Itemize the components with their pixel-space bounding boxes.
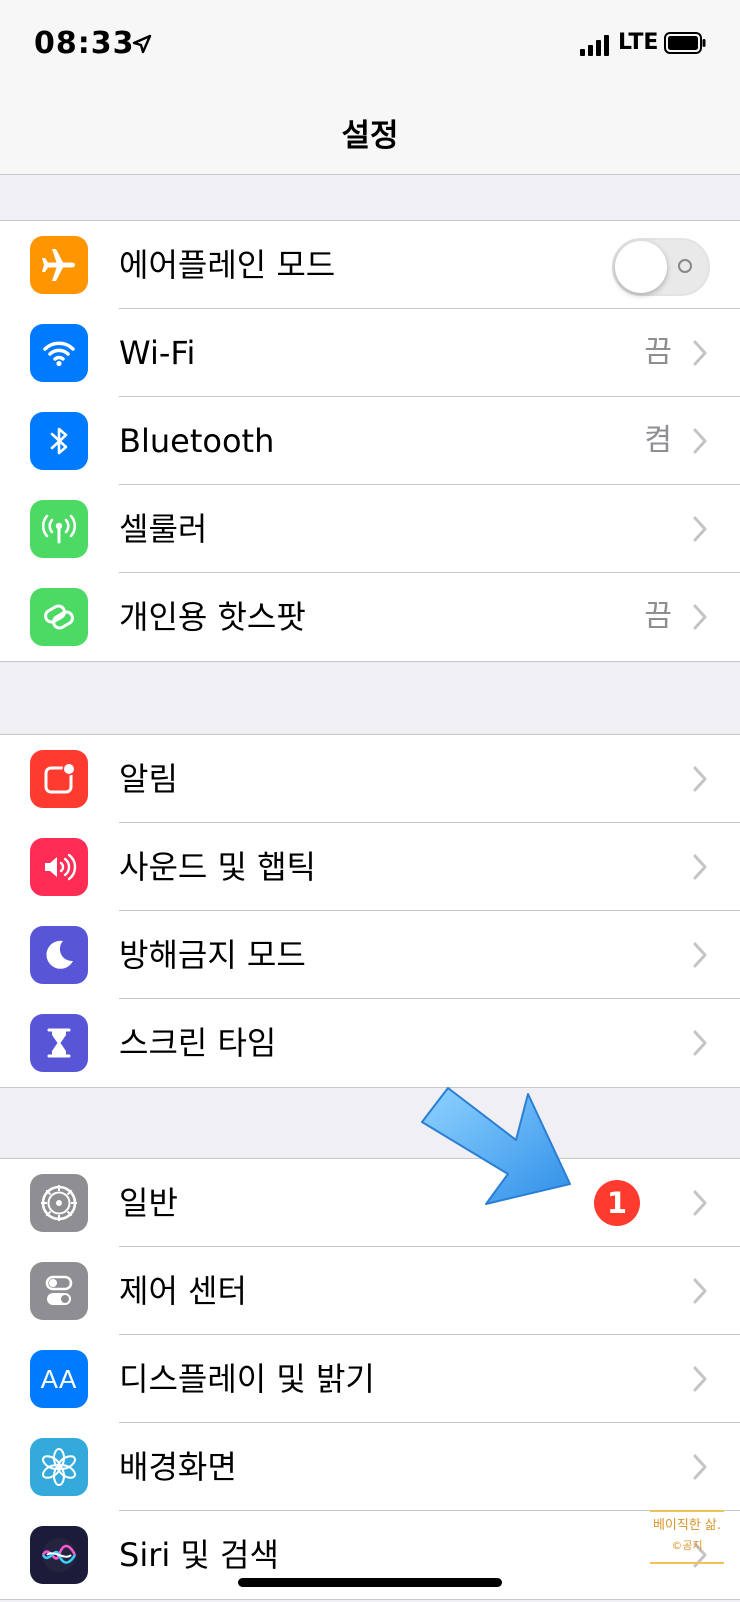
bluetooth-icon (30, 412, 88, 470)
chevron-right-icon (693, 1454, 707, 1480)
chevron-right-icon (693, 340, 707, 366)
settings-row-display-brightness[interactable]: AA 디스플레이 및 밝기 (0, 1335, 740, 1423)
settings-row-wallpaper[interactable]: 배경화면 (0, 1423, 740, 1511)
row-label: 에어플레인 모드 (119, 246, 336, 284)
settings-row-wifi[interactable]: Wi-Fi 끔 (0, 309, 740, 397)
row-label: 제어 센터 (119, 1272, 247, 1310)
notifications-icon (30, 750, 88, 808)
settings-row-cellular[interactable]: 셀룰러 (0, 485, 740, 573)
chevron-right-icon (693, 766, 707, 792)
row-label: 셀룰러 (119, 510, 208, 548)
hotspot-link-icon (30, 588, 88, 646)
annotation-arrow-icon (421, 1087, 571, 1205)
row-label: Siri 및 검색 (119, 1536, 279, 1574)
home-indicator[interactable] (238, 1578, 502, 1587)
chevron-right-icon (693, 1190, 707, 1216)
chevron-right-icon (693, 1030, 707, 1056)
update-badge: 1 (594, 1180, 640, 1226)
settings-row-general[interactable]: 일반 1 (0, 1159, 740, 1247)
row-label: 개인용 핫스팟 (119, 598, 306, 636)
chevron-right-icon (693, 942, 707, 968)
toggle-knob (615, 241, 667, 293)
hourglass-icon (30, 1014, 88, 1072)
airplane-icon (30, 236, 88, 294)
chevron-right-icon (693, 604, 707, 630)
watermark-line: 베이직한 삶. (652, 1518, 722, 1533)
signal-icon (580, 32, 610, 56)
page-title: 설정 (341, 118, 399, 154)
airplane-mode-toggle[interactable] (612, 238, 710, 296)
status-time: 08:33 (34, 26, 135, 61)
settings-row-personal-hotspot[interactable]: 개인용 핫스팟 끔 (0, 573, 740, 661)
settings-row-sounds-haptics[interactable]: 사운드 및 햅틱 (0, 823, 740, 911)
watermark-line: ©공지 (671, 1539, 703, 1552)
settings-group-notifications: 알림 사운드 및 햅틱 방해금지 모드 스크린 타임 (0, 734, 740, 1088)
settings-row-airplane-mode[interactable]: 에어플레인 모드 (0, 221, 740, 309)
row-label: 일반 (119, 1184, 178, 1222)
chevron-right-icon (693, 516, 707, 542)
wifi-icon (30, 324, 88, 382)
chevron-right-icon (693, 1278, 707, 1304)
row-label: 배경화면 (119, 1448, 237, 1486)
settings-row-notifications[interactable]: 알림 (0, 735, 740, 823)
text-size-glyph: AA (40, 1363, 78, 1394)
row-label: 사운드 및 햅틱 (119, 848, 316, 886)
antenna-icon (30, 500, 88, 558)
row-label: Bluetooth (119, 422, 275, 460)
control-center-icon (30, 1262, 88, 1320)
settings-row-bluetooth[interactable]: Bluetooth 켬 (0, 397, 740, 485)
row-label: Wi-Fi (119, 334, 196, 372)
row-label: 스크린 타임 (119, 1024, 277, 1062)
row-value: 끔 (644, 599, 672, 634)
status-bar: 08:33 LTE (0, 0, 740, 92)
settings-group-general: 일반 1 제어 센터 AA 디스플레이 및 밝기 배경화면 Siri 및 검색 (0, 1158, 740, 1600)
chevron-right-icon (693, 428, 707, 454)
row-label: 디스플레이 및 밝기 (119, 1360, 375, 1398)
battery-icon (664, 32, 706, 54)
settings-group-connectivity: 에어플레인 모드 Wi-Fi 끔 Bluetooth 켬 셀룰러 개인용 핫스팟… (0, 220, 740, 662)
row-value: 켬 (644, 423, 672, 458)
navigation-bar: 설정 (0, 92, 740, 175)
moon-icon (30, 926, 88, 984)
flower-icon (30, 1438, 88, 1496)
settings-row-do-not-disturb[interactable]: 방해금지 모드 (0, 911, 740, 999)
location-arrow-icon (132, 34, 152, 54)
settings-row-screen-time[interactable]: 스크린 타임 (0, 999, 740, 1087)
text-size-icon: AA (30, 1350, 88, 1408)
toggle-off-indicator (678, 259, 692, 273)
network-type: LTE (618, 30, 659, 55)
gear-icon (30, 1174, 88, 1232)
settings-row-control-center[interactable]: 제어 센터 (0, 1247, 740, 1335)
row-label: 방해금지 모드 (119, 936, 306, 974)
row-value: 끔 (644, 335, 672, 370)
chevron-right-icon (693, 854, 707, 880)
row-label: 알림 (119, 760, 178, 798)
speaker-icon (30, 838, 88, 896)
chevron-right-icon (693, 1366, 707, 1392)
siri-icon (30, 1526, 88, 1584)
watermark: 베이직한 삶. ©공지 (650, 1510, 724, 1564)
